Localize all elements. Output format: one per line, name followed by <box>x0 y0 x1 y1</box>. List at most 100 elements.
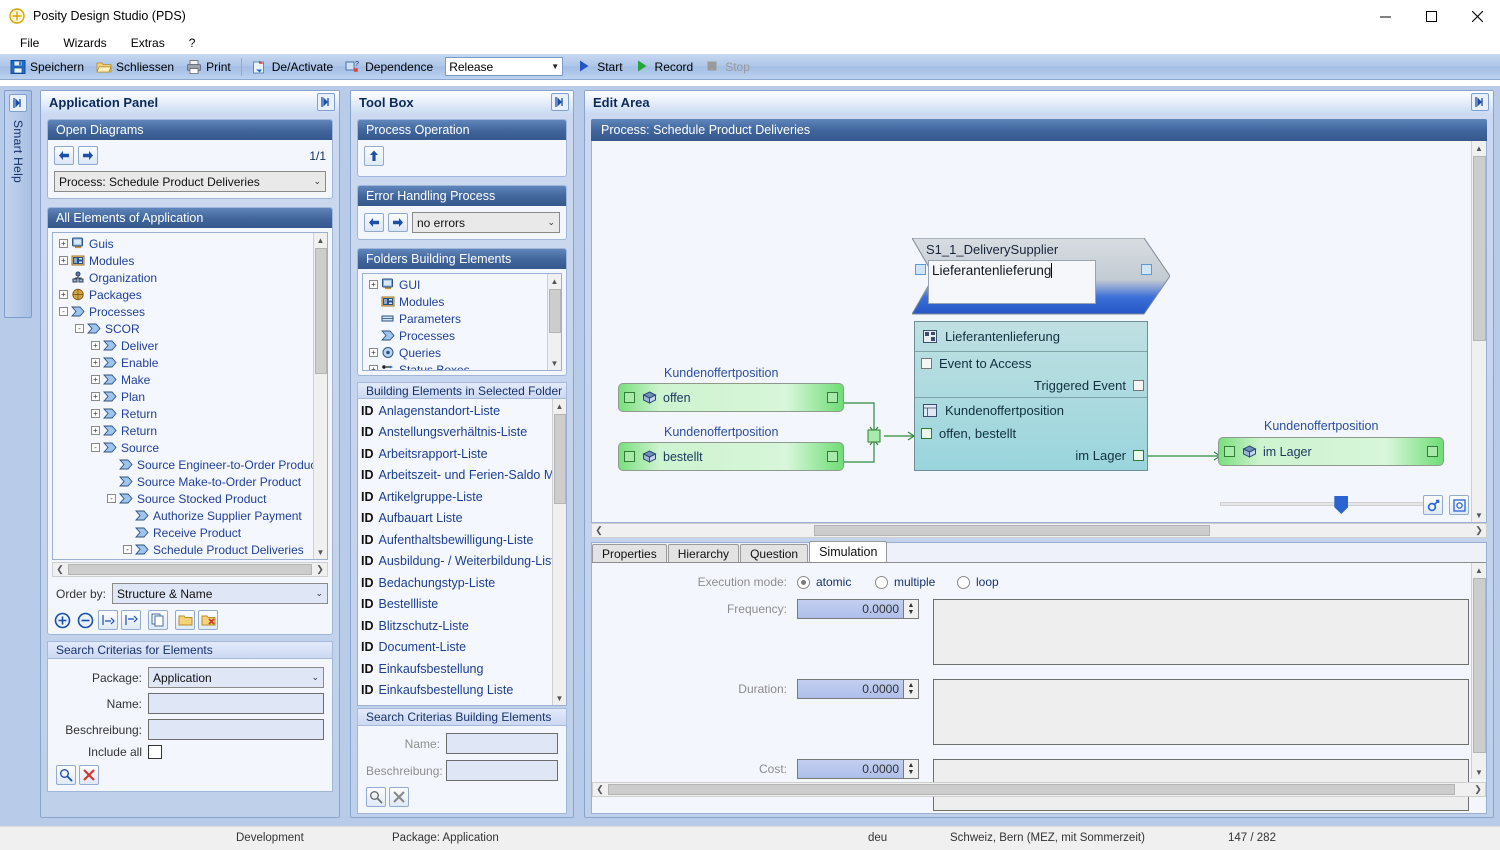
status-box-2[interactable]: bestellt <box>618 442 844 471</box>
close-document-button[interactable]: Schliessen <box>90 56 180 78</box>
edit-area-pin-button[interactable] <box>1471 93 1489 111</box>
building-element-item[interactable]: ID Arbeitsrapport-Liste <box>361 443 566 465</box>
hscroll-thumb[interactable] <box>68 564 312 575</box>
open-diagrams-prev-button[interactable] <box>54 146 74 165</box>
canvas-hscrollbar[interactable]: ❮ ❯ <box>591 523 1487 538</box>
expand-icon[interactable]: + <box>369 365 378 370</box>
all-elements-hscrollbar[interactable]: ❮ ❯ <box>52 562 328 577</box>
diagram-canvas[interactable]: Kundenoffertposition offen Kundenoffertp… <box>591 141 1487 523</box>
open-diagrams-next-button[interactable] <box>78 146 98 165</box>
building-element-item[interactable]: ID Arbeitszeit- und Ferien-Saldo Mit <box>361 465 566 487</box>
open-diagrams-select[interactable]: Process: Schedule Product Deliveries ⌄ <box>54 171 326 192</box>
pan-icon[interactable] <box>1423 495 1443 515</box>
status-box-1-right-port[interactable] <box>827 392 838 403</box>
zoom-slider-thumb[interactable] <box>1334 496 1349 514</box>
folders-building-elements-tree[interactable]: + GUI Modules Parameters Processes + Queries + S… <box>362 273 562 371</box>
tree-row[interactable]: Modules <box>365 293 561 310</box>
radio-loop-dot[interactable] <box>957 575 970 589</box>
up-arrow-icon[interactable] <box>364 146 384 166</box>
scroll-right-icon[interactable]: ❯ <box>313 564 327 575</box>
hscroll-thumb[interactable] <box>814 525 1210 536</box>
magnifier-icon[interactable] <box>56 765 76 785</box>
triggered-event-port[interactable] <box>1133 379 1144 391</box>
process-node-chevron[interactable]: S1_1_DeliverySupplier Lieferantenlieferu… <box>912 238 1170 328</box>
simulation-hscrollbar[interactable]: ❮ ❯ <box>592 782 1486 797</box>
scroll-up-icon[interactable]: ▲ <box>1472 563 1486 577</box>
building-element-item[interactable]: ID Einkaufsbestellung <box>361 658 566 680</box>
building-element-item[interactable]: ID Anstellungsverhältnis-Liste <box>361 422 566 444</box>
tree-row[interactable]: + Return <box>55 422 327 439</box>
error-next-button[interactable] <box>388 213 408 232</box>
menu-item-wizards[interactable]: Wizards <box>51 34 118 52</box>
building-element-item[interactable]: ID Document-Liste <box>361 637 566 659</box>
close-button[interactable] <box>1454 0 1500 32</box>
tree-row[interactable]: - Source Stocked Product <box>55 490 327 507</box>
tree-row[interactable]: + Enable <box>55 354 327 371</box>
tab-properties[interactable]: Properties <box>592 544 667 562</box>
print-button[interactable]: Print <box>180 56 237 78</box>
scroll-down-icon[interactable]: ▼ <box>548 356 561 370</box>
building-element-item[interactable]: ID Bestellliste <box>361 594 566 616</box>
building-element-item[interactable]: ID Ausbildung- / Weiterbildung-Liste <box>361 551 566 573</box>
expand-icon[interactable]: + <box>91 358 100 367</box>
status-box-1[interactable]: offen <box>618 383 844 412</box>
radio-loop[interactable]: loop <box>957 575 999 589</box>
move-down-icon[interactable] <box>121 610 141 630</box>
tree-row[interactable]: Source Make-to-Order Product <box>55 473 327 490</box>
release-combo[interactable]: Release ▼ <box>445 57 564 76</box>
tree-row[interactable]: Organization <box>55 269 327 286</box>
be-name-input[interactable] <box>446 733 558 754</box>
tree-row[interactable]: - Processes <box>55 303 327 320</box>
duration-note-box[interactable] <box>933 679 1469 745</box>
tree-row[interactable]: + Packages <box>55 286 327 303</box>
tree-row[interactable]: Authorize Supplier Payment <box>55 507 327 524</box>
building-element-item[interactable]: ID Einkaufsbestellung Liste <box>361 680 566 702</box>
tree-row[interactable]: - Source <box>55 439 327 456</box>
process-node-detail[interactable]: Lieferantenlieferung Event to Access Tri… <box>914 321 1148 471</box>
status-box-3[interactable]: im Lager <box>1218 437 1444 466</box>
tab-simulation[interactable]: Simulation <box>809 541 888 562</box>
tab-question[interactable]: Question <box>740 544 809 562</box>
status-box-2-right-port[interactable] <box>827 451 838 462</box>
frequency-spinner[interactable]: 0.0000 ▲ ▼ <box>797 599 919 619</box>
collapse-icon[interactable]: - <box>123 545 132 554</box>
de-activate-button[interactable]: De/Activate <box>246 56 339 78</box>
tree-row[interactable]: + Make <box>55 371 327 388</box>
tree-row[interactable]: + GUI <box>365 276 561 293</box>
building-elements-scrollbar[interactable]: ▲ ▼ <box>552 399 566 705</box>
scroll-down-icon[interactable]: ▼ <box>553 691 566 705</box>
tree-row[interactable]: + Deliver <box>55 337 327 354</box>
cost-stepper[interactable]: ▲ ▼ <box>903 760 918 778</box>
start-button[interactable]: Start <box>571 56 628 78</box>
move-up-icon[interactable] <box>98 610 118 630</box>
scroll-up-icon[interactable]: ▲ <box>553 399 566 413</box>
expand-icon[interactable]: + <box>91 392 100 401</box>
fit-icon[interactable] <box>1449 495 1469 515</box>
tree-row[interactable]: Source Engineer-to-Order Product <box>55 456 327 473</box>
record-button[interactable]: Record <box>629 56 700 78</box>
duration-spinner[interactable]: 0.0000 ▲ ▼ <box>797 679 919 699</box>
remove-icon[interactable] <box>75 610 95 630</box>
tab-hierarchy[interactable]: Hierarchy <box>667 544 740 562</box>
collapse-icon[interactable]: - <box>107 494 116 503</box>
dependence-button[interactable]: ? Dependence <box>339 56 439 78</box>
scroll-left-icon[interactable]: ❮ <box>592 525 606 536</box>
scroll-up-icon[interactable]: ▲ <box>548 274 561 288</box>
tree-row[interactable]: + Modules <box>55 252 327 269</box>
status-box-1-left-port[interactable] <box>624 392 635 403</box>
tree-row[interactable]: + Status Boxes <box>365 361 561 370</box>
building-element-item[interactable]: ID Artikelgruppe-Liste <box>361 486 566 508</box>
tree-row[interactable]: + Return <box>55 405 327 422</box>
add-icon[interactable] <box>52 610 72 630</box>
expand-icon[interactable]: + <box>59 239 68 248</box>
name-input[interactable] <box>148 693 324 714</box>
expand-icon[interactable]: + <box>59 256 68 265</box>
building-element-item[interactable]: ID Aufenthaltsbewilligung-Liste <box>361 529 566 551</box>
minimize-button[interactable] <box>1362 0 1408 32</box>
smart-help-sidebar[interactable]: Smart Help <box>4 90 32 318</box>
tree-row[interactable]: Einkaufsbestellung <box>55 558 327 559</box>
expand-icon[interactable]: + <box>369 348 378 357</box>
expand-icon[interactable]: + <box>91 341 100 350</box>
event-to-access-port[interactable] <box>921 357 932 369</box>
tree-row[interactable]: + Plan <box>55 388 327 405</box>
